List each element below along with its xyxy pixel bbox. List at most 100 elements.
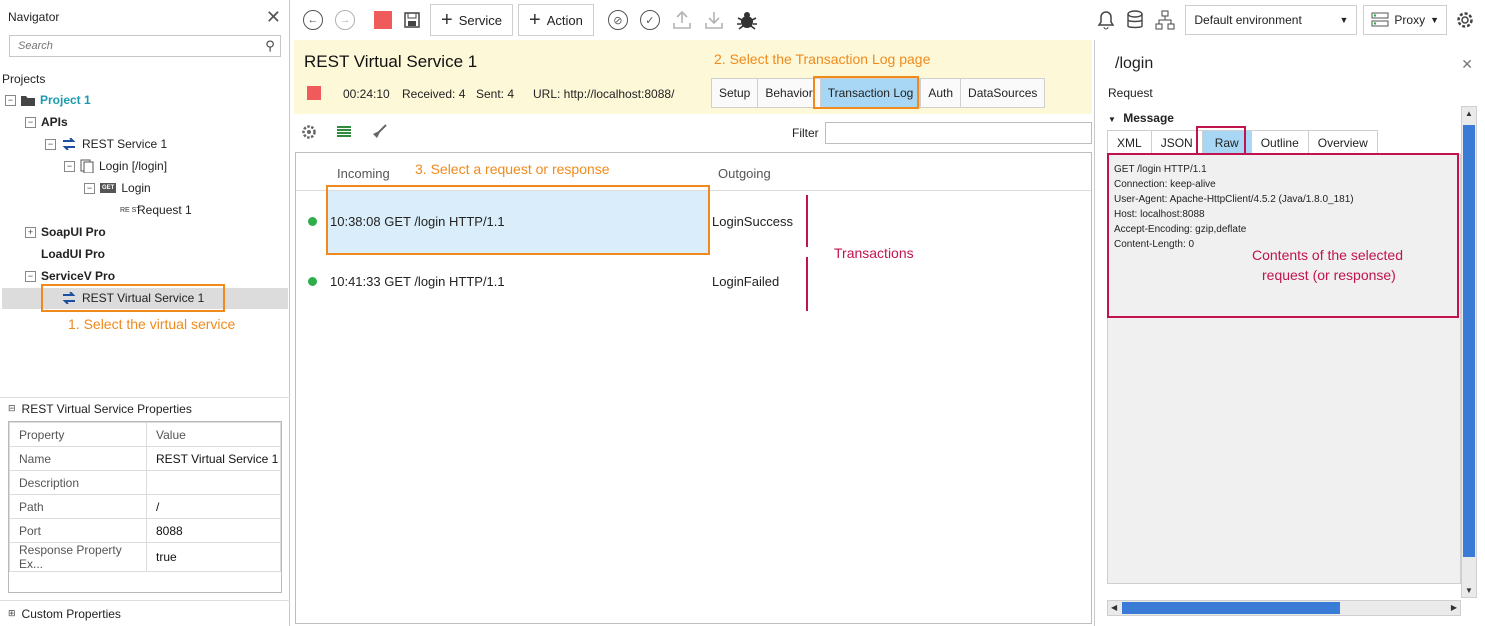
property-value[interactable]: true	[146, 542, 281, 572]
tree-item-soapui[interactable]: + SoapUI Pro	[25, 222, 106, 242]
vertical-scrollbar[interactable]: ▲ ▼	[1461, 106, 1477, 598]
annotation-bar	[806, 257, 808, 311]
rest-request-icon: RE ST	[120, 206, 141, 214]
expand-icon[interactable]: +	[25, 226, 36, 238]
get-method-icon: GET	[100, 183, 117, 193]
property-value[interactable]: 8088	[146, 518, 281, 543]
annotation-contents-line2: request (or response)	[1262, 267, 1396, 283]
scroll-right-icon[interactable]: ▶	[1451, 603, 1457, 612]
custom-properties-header[interactable]: ⊞ Custom Properties	[0, 600, 290, 626]
table-row[interactable]: Port 8088	[9, 518, 281, 543]
property-value[interactable]	[146, 470, 281, 495]
forward-button[interactable]: →	[334, 5, 356, 35]
tree-item-login-resource[interactable]: − Login [/login]	[64, 156, 167, 176]
database-button[interactable]	[1127, 5, 1144, 35]
collapse-icon[interactable]: −	[84, 182, 95, 194]
arrow-right-icon: →	[335, 10, 355, 30]
compass-button[interactable]: ⊘	[607, 5, 628, 35]
tab-behavior[interactable]: Behavior	[758, 79, 821, 107]
collapse-icon[interactable]: ⊟	[8, 403, 16, 414]
table-row[interactable]: Description	[9, 470, 281, 495]
service-title: REST Virtual Service 1	[304, 52, 478, 71]
collapse-icon[interactable]: −	[25, 270, 36, 282]
scrollbar-thumb[interactable]	[1122, 602, 1340, 614]
status-dot	[308, 217, 317, 226]
tree-item-project[interactable]: − Project 1	[5, 90, 91, 110]
log-list-button[interactable]	[337, 125, 351, 142]
table-row[interactable]: Name REST Virtual Service 1	[9, 446, 281, 471]
tree-label-apis: APIs	[41, 115, 68, 129]
table-row[interactable]: Response Property Ex... true	[9, 542, 281, 572]
add-action-button[interactable]: + Action	[518, 4, 594, 36]
folder-icon	[21, 94, 35, 106]
scrollbar-thumb[interactable]	[1463, 125, 1475, 557]
column-header-value: Value	[146, 422, 281, 447]
export-button[interactable]	[672, 5, 692, 35]
tree-item-servicev[interactable]: − ServiceV Pro	[25, 266, 115, 286]
navigator-title: Navigator	[8, 10, 60, 24]
tree-item-request[interactable]: RE ST Request 1	[120, 200, 192, 220]
tab-xml[interactable]: XML	[1107, 130, 1152, 154]
incoming-cell[interactable]: 10:41:33 GET /login HTTP/1.1	[330, 274, 505, 289]
table-row[interactable]: 10:41:33 GET /login HTTP/1.1 LoginFailed	[296, 251, 1091, 311]
service-received: Received: 4	[402, 87, 466, 101]
service-uptime: 00:24:10	[343, 87, 390, 101]
annotation-step2: 2. Select the Transaction Log page	[714, 51, 931, 67]
collapse-icon[interactable]: −	[5, 94, 16, 106]
collapse-icon[interactable]: −	[45, 138, 56, 150]
annotation-bar	[806, 195, 808, 247]
environment-select[interactable]: Default environment ▼	[1185, 5, 1358, 35]
tree-label-loadui: LoadUI Pro	[41, 247, 106, 261]
collapse-icon[interactable]: −	[25, 116, 36, 128]
tree-item-login-method[interactable]: − GET Login	[84, 178, 151, 198]
expand-icon[interactable]: ⊞	[8, 608, 16, 619]
network-button[interactable]	[1155, 5, 1175, 35]
property-value[interactable]: /	[146, 494, 281, 519]
tree-item-apis[interactable]: − APIs	[25, 112, 68, 132]
filter-input[interactable]	[825, 122, 1092, 144]
stop-service-button[interactable]	[307, 86, 321, 100]
bug-button[interactable]	[736, 5, 758, 35]
add-service-button[interactable]: + Service	[430, 4, 514, 36]
tab-outline[interactable]: Outline	[1250, 130, 1309, 154]
scroll-up-icon[interactable]: ▲	[1465, 109, 1473, 118]
save-button[interactable]	[404, 5, 420, 35]
settings-button[interactable]	[1455, 5, 1475, 35]
message-section[interactable]: ▼ Message	[1108, 111, 1174, 125]
outgoing-cell[interactable]: LoginSuccess	[712, 214, 793, 229]
back-button[interactable]: ←	[302, 5, 324, 35]
tree-item-rest-service[interactable]: − REST Service 1	[45, 134, 167, 154]
search-icon[interactable]: ⚲	[260, 38, 280, 54]
log-settings-button[interactable]	[301, 124, 317, 143]
property-value[interactable]: REST Virtual Service 1	[146, 446, 281, 471]
property-name: Description	[9, 470, 147, 495]
tree-item-loadui[interactable]: LoadUI Pro	[41, 244, 105, 264]
close-icon[interactable]: ✕	[266, 7, 281, 28]
table-row[interactable]: Path /	[9, 494, 281, 519]
stop-button[interactable]	[374, 5, 392, 35]
search-input[interactable]	[10, 36, 260, 56]
environment-value: Default environment	[1194, 13, 1302, 27]
properties-title: REST Virtual Service Properties	[21, 401, 192, 416]
clear-log-button[interactable]	[371, 124, 387, 143]
tab-json[interactable]: JSON	[1150, 130, 1203, 154]
scroll-left-icon[interactable]: ◀	[1111, 603, 1117, 612]
collapse-icon[interactable]: −	[64, 160, 75, 172]
proxy-button[interactable]: Proxy ▼	[1363, 5, 1447, 35]
tab-overview[interactable]: Overview	[1307, 130, 1378, 154]
tab-setup[interactable]: Setup	[712, 79, 759, 107]
column-header-incoming: Incoming	[337, 166, 390, 181]
notifications-button[interactable]	[1097, 5, 1115, 35]
properties-header[interactable]: ⊟ REST Virtual Service Properties	[0, 397, 290, 419]
chevron-down-icon: ▼	[1108, 115, 1116, 124]
import-button[interactable]	[704, 5, 724, 35]
tab-auth[interactable]: Auth	[921, 79, 962, 107]
validate-button[interactable]: ✓	[639, 5, 660, 35]
tab-datasources[interactable]: DataSources	[961, 79, 1045, 107]
close-icon[interactable]: ✕	[1461, 56, 1473, 73]
outgoing-cell[interactable]: LoginFailed	[712, 274, 779, 289]
annotation-step1: 1. Select the virtual service	[68, 316, 236, 332]
scroll-down-icon[interactable]: ▼	[1465, 586, 1473, 595]
horizontal-scrollbar[interactable]: ◀ ▶	[1107, 600, 1461, 616]
tree-label-project: Project 1	[40, 93, 91, 107]
